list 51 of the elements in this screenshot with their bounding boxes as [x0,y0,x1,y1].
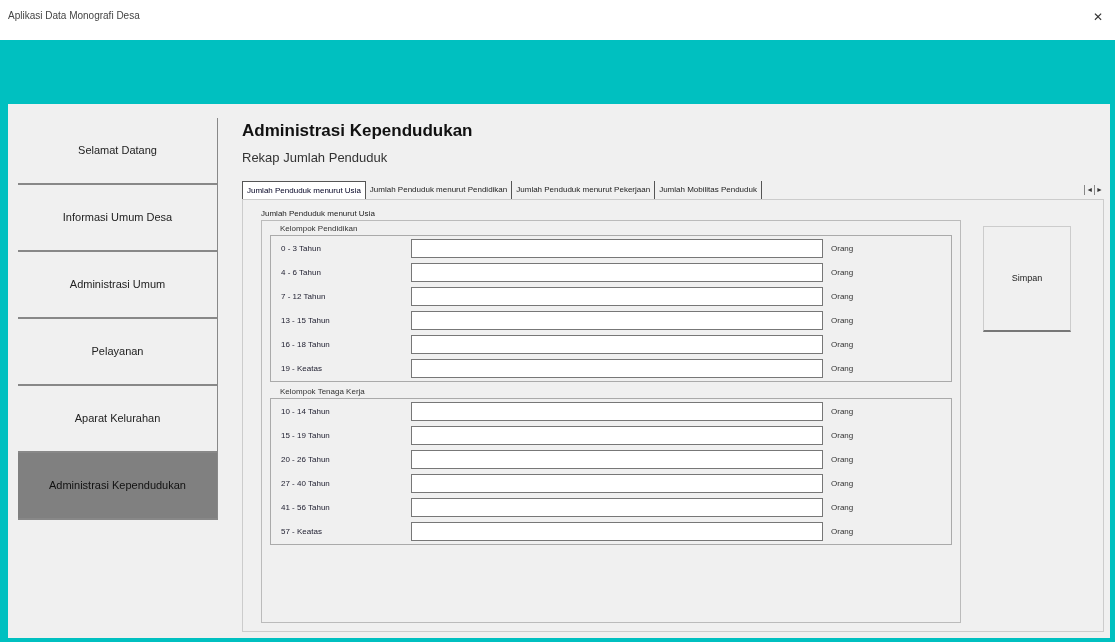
field-label: 4 - 6 Tahun [281,266,322,279]
sidebar-item[interactable]: Administrasi Umum [18,252,218,319]
close-button[interactable]: ✕ [1089,8,1107,26]
unit-label: Orang [831,266,854,279]
unit-label: Orang [831,242,854,255]
unit-label: Orang [831,429,854,442]
save-button[interactable]: Simpan [983,226,1071,332]
input-field[interactable] [411,498,823,517]
field-label: 16 - 18 Tahun [281,338,331,351]
sidebar-item[interactable]: Pelayanan [18,319,218,386]
field-label: 41 - 56 Tahun [281,501,331,514]
sidebar-item[interactable]: Administrasi Kependudukan [18,453,218,520]
input-field[interactable] [411,474,823,493]
field-label: 27 - 40 Tahun [281,477,331,490]
field-label: 57 - Keatas [281,525,323,538]
input-field[interactable] [411,522,823,541]
field-label: 10 - 14 Tahun [281,405,331,418]
input-field[interactable] [411,426,823,445]
input-field[interactable] [411,311,823,330]
unit-label: Orang [831,405,854,418]
field-label: 19 - Keatas [281,362,323,375]
group-title: Kelompok Pendidikan [280,223,359,235]
group-title: Kelompok Tenaga Kerja [280,386,366,398]
field-label: 15 - 19 Tahun [281,429,331,442]
input-field[interactable] [411,263,823,282]
input-field[interactable] [411,335,823,354]
input-field[interactable] [411,287,823,306]
field-label: 0 - 3 Tahun [281,242,322,255]
field-label: 13 - 15 Tahun [281,314,331,327]
window-title: Aplikasi Data Monografi Desa [8,9,140,23]
unit-label: Orang [831,362,854,375]
sidebar-item[interactable]: Aparat Kelurahan [18,386,218,453]
unit-label: Orang [831,338,854,351]
frame-title: Jumlah Penduduk menurut Usia [261,208,376,220]
input-field[interactable] [411,450,823,469]
unit-label: Orang [831,477,854,490]
unit-label: Orang [831,453,854,466]
tab[interactable]: Jumlah Penduduk menurut Usia [242,181,366,199]
field-label: 7 - 12 Tahun [281,290,327,303]
unit-label: Orang [831,314,854,327]
field-label: 20 - 26 Tahun [281,453,331,466]
page-heading: Administrasi Kependudukan [242,120,474,142]
sidebar-item[interactable]: Informasi Umum Desa [18,185,218,252]
unit-label: Orang [831,525,854,538]
page-subheading: Rekap Jumlah Penduduk [242,148,389,167]
input-field[interactable] [411,239,823,258]
sidebar-item[interactable]: Selamat Datang [18,118,218,185]
unit-label: Orang [831,501,854,514]
unit-label: Orang [831,290,854,303]
input-field[interactable] [411,359,823,378]
input-field[interactable] [411,402,823,421]
